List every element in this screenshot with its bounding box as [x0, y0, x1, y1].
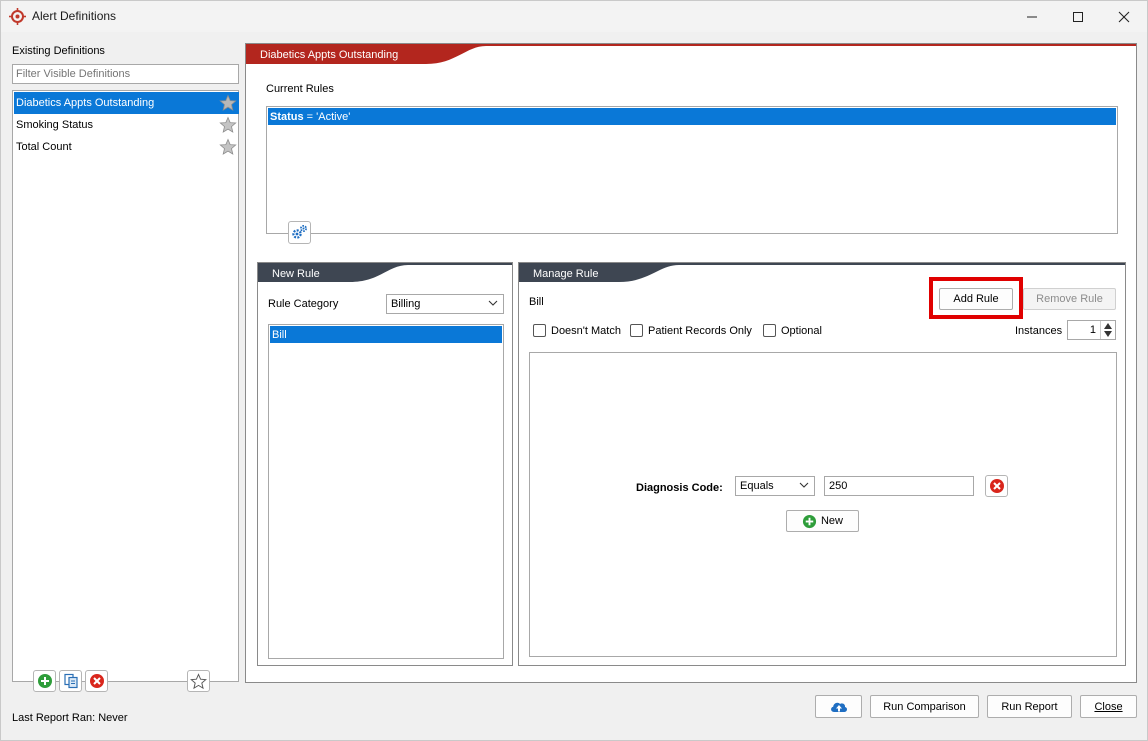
close-icon [1118, 11, 1130, 22]
chevron-down-icon [799, 482, 809, 488]
definition-item[interactable]: Diabetics Appts Outstanding [14, 92, 239, 114]
checkbox-box[interactable] [763, 324, 776, 337]
target-icon [9, 8, 26, 25]
rule-field: Status [270, 111, 304, 123]
diagnosis-code-value: 250 [829, 480, 848, 492]
alert-definitions-window: Alert Definitions Existing Definitions D… [0, 0, 1148, 741]
definition-label: Diabetics Appts Outstanding [16, 97, 155, 109]
filter-definitions-input[interactable] [12, 64, 239, 84]
current-rules-label: Current Rules [266, 83, 334, 95]
rule-row[interactable]: Status = 'Active' [268, 108, 1116, 125]
manage-rule-tab-shape [519, 263, 1125, 282]
existing-definitions-heading: Existing Definitions [12, 45, 105, 57]
close-window-button[interactable] [1101, 1, 1147, 32]
add-icon [802, 514, 817, 528]
maximize-icon [1073, 11, 1083, 22]
rule-category-value: Billing [391, 298, 421, 310]
rule-condition: = 'Active' [303, 111, 351, 123]
checkbox-box[interactable] [533, 324, 546, 337]
star-icon[interactable] [219, 116, 237, 134]
checkbox-label: Patient Records Only [648, 324, 752, 337]
title-bar: Alert Definitions [1, 1, 1147, 32]
new-button-label: New [820, 515, 843, 527]
copy-icon [63, 673, 78, 689]
cloud-upload-icon [830, 702, 847, 712]
upload-button[interactable] [815, 695, 862, 718]
definition-label: Smoking Status [16, 119, 94, 131]
diagnosis-code-input[interactable]: 250 [824, 476, 974, 496]
rule-category-label: Rule Category [268, 298, 339, 310]
new-condition-button[interactable]: New [786, 510, 859, 532]
remove-rule-button[interactable]: Remove Rule [1023, 288, 1116, 310]
operator-select[interactable]: Equals [735, 476, 815, 496]
rule-type-list: Bill [268, 324, 504, 659]
definition-item[interactable]: Total Count [14, 136, 239, 158]
close-button[interactable]: Close [1080, 695, 1137, 718]
add-icon [37, 674, 52, 688]
patient-records-only-checkbox[interactable]: Patient Records Only [630, 324, 752, 337]
diagnosis-code-label: Diagnosis Code: [636, 482, 723, 494]
manage-rule-tab-title: Manage Rule [533, 268, 599, 280]
add-rule-highlight [929, 277, 1023, 319]
window-title: Alert Definitions [32, 9, 117, 23]
delete-icon [989, 479, 1004, 493]
minimize-button[interactable] [1009, 1, 1055, 32]
favorite-definition-button[interactable] [187, 670, 210, 692]
last-report-status: Last Report Ran: Never [12, 712, 128, 724]
current-rules-list: Status = 'Active' [266, 106, 1118, 234]
instances-value: 1 [1089, 324, 1096, 336]
rule-type-item[interactable]: Bill [270, 326, 502, 343]
maximize-button[interactable] [1055, 1, 1101, 32]
definitions-list: Diabetics Appts Outstanding Smoking Stat… [12, 90, 239, 682]
optional-checkbox[interactable]: Optional [763, 324, 822, 337]
new-rule-panel: New Rule Rule Category Billing Bill [257, 262, 513, 666]
rule-conditions-area: Diagnosis Code: Equals 250 New [529, 352, 1117, 657]
definition-panel: Diabetics Appts Outstanding Current Rule… [245, 43, 1137, 683]
run-comparison-button[interactable]: Run Comparison [870, 695, 979, 718]
add-definition-button[interactable] [33, 670, 56, 692]
remove-condition-button[interactable] [985, 475, 1008, 497]
selected-rule-label: Bill [529, 296, 544, 308]
operator-value: Equals [740, 480, 774, 492]
star-outline-icon [190, 672, 207, 689]
new-rule-tab-title: New Rule [272, 268, 320, 280]
checkbox-box[interactable] [630, 324, 643, 337]
instances-label: Instances [1015, 325, 1063, 337]
definition-item[interactable]: Smoking Status [14, 114, 239, 136]
star-icon[interactable] [219, 138, 237, 156]
spin-up-icon[interactable] [1104, 323, 1112, 329]
delete-definition-button[interactable] [85, 670, 108, 692]
rule-category-select[interactable]: Billing [386, 294, 504, 314]
instances-stepper[interactable]: 1 [1067, 320, 1116, 340]
spin-down-icon[interactable] [1104, 331, 1112, 337]
run-report-button[interactable]: Run Report [987, 695, 1072, 718]
rule-type-label: Bill [272, 329, 287, 341]
delete-icon [89, 674, 104, 688]
checkbox-label: Optional [781, 324, 822, 337]
checkbox-label: Doesn't Match [551, 324, 621, 337]
copy-definition-button[interactable] [59, 670, 82, 692]
doesnt-match-checkbox[interactable]: Doesn't Match [533, 324, 621, 337]
minimize-icon [1027, 16, 1037, 17]
manage-rule-panel: Manage Rule Bill Add Rule Remove Rule Do… [518, 262, 1126, 666]
gears-icon [292, 225, 307, 239]
star-icon[interactable] [219, 94, 237, 112]
chevron-down-icon [488, 300, 498, 306]
definition-tab-title: Diabetics Appts Outstanding [260, 49, 399, 61]
rule-settings-button[interactable] [288, 221, 311, 244]
definition-label: Total Count [16, 141, 72, 153]
instances-spin[interactable] [1100, 321, 1115, 339]
